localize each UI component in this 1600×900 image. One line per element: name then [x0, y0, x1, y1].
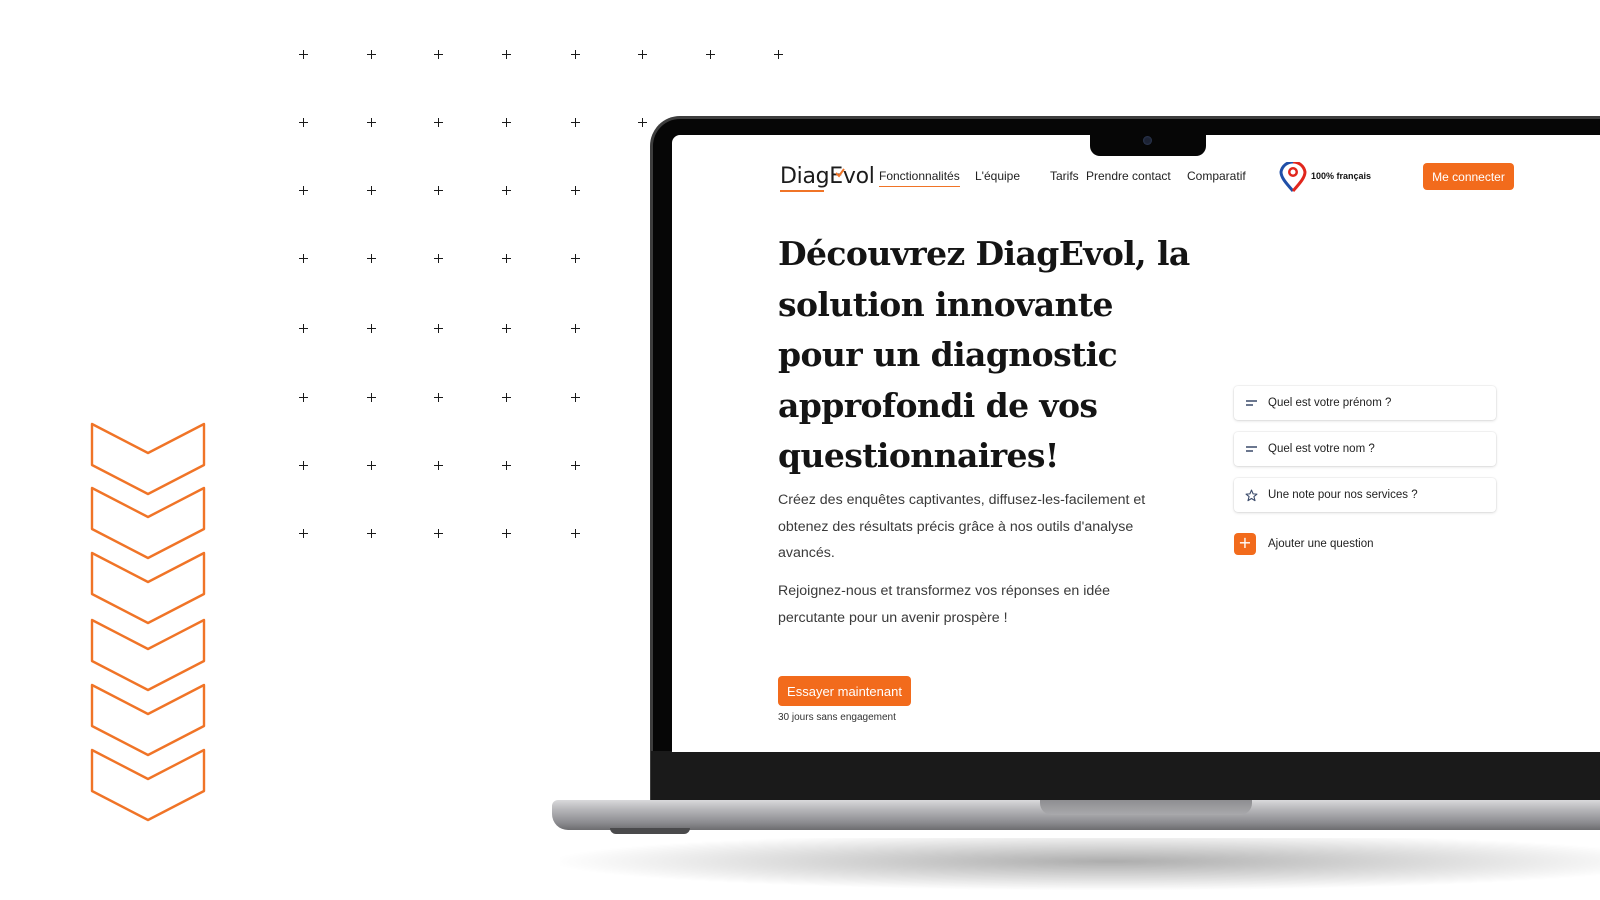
plus-mark — [638, 118, 647, 127]
plus-mark — [299, 461, 308, 470]
plus-mark — [299, 254, 308, 263]
plus-mark — [774, 50, 783, 59]
chevron-shape — [90, 486, 206, 560]
question-card[interactable]: Une note pour nos services ? — [1234, 478, 1496, 512]
plus-mark — [299, 529, 308, 538]
hero-paragraph-2: Rejoignez-nous et transformez vos répons… — [778, 583, 1111, 626]
plus-mark — [571, 186, 580, 195]
plus-mark — [502, 118, 511, 127]
question-label: Quel est votre prénom ? — [1268, 397, 1392, 409]
plus-mark — [638, 50, 647, 59]
add-question-label: Ajouter une question — [1268, 538, 1374, 550]
hero-title: Découvrez DiagEvol, la solution innovant… — [778, 234, 1190, 475]
decorative-chevrons — [90, 422, 206, 822]
chevron-shape — [90, 618, 206, 692]
nav-link-prendre-contact[interactable]: Prendre contact — [1086, 169, 1171, 183]
plus-mark — [299, 324, 308, 333]
plus-mark — [571, 50, 580, 59]
logo-check-icon — [835, 168, 845, 178]
plus-mark — [571, 529, 580, 538]
chevron-shape — [90, 551, 206, 625]
laptop-shadow — [560, 838, 1600, 890]
chevron-shape — [90, 683, 206, 757]
plus-mark — [434, 461, 443, 470]
add-question-button[interactable]: + — [1234, 533, 1256, 555]
plus-mark — [502, 254, 511, 263]
camera-icon — [1143, 136, 1152, 145]
add-question-row[interactable]: + Ajouter une question — [1234, 533, 1374, 555]
plus-mark — [434, 50, 443, 59]
plus-mark — [367, 461, 376, 470]
chevron-shape — [90, 748, 206, 822]
plus-mark — [502, 393, 511, 402]
plus-mark — [434, 529, 443, 538]
plus-mark — [299, 393, 308, 402]
nav-link-equipe[interactable]: L'équipe — [975, 169, 1020, 183]
plus-mark — [706, 50, 715, 59]
hero-paragraph-1: Créez des enquêtes captivantes, diffusez… — [778, 492, 1146, 561]
france-pin-icon — [1279, 162, 1307, 192]
plus-mark — [502, 50, 511, 59]
plus-mark — [502, 186, 511, 195]
plus-mark — [434, 186, 443, 195]
plus-mark — [299, 118, 308, 127]
nav-link-tarifs[interactable]: Tarifs — [1050, 169, 1079, 183]
nav-link-comparatif[interactable]: Comparatif — [1187, 169, 1246, 183]
plus-mark — [367, 393, 376, 402]
plus-mark — [502, 461, 511, 470]
plus-mark — [434, 393, 443, 402]
question-label: Une note pour nos services ? — [1268, 489, 1418, 501]
plus-mark — [367, 254, 376, 263]
question-card[interactable]: Quel est votre prénom ? — [1234, 386, 1496, 420]
plus-mark — [502, 529, 511, 538]
plus-mark — [434, 324, 443, 333]
plus-mark — [299, 186, 308, 195]
short-text-icon — [1244, 442, 1258, 456]
plus-mark — [434, 254, 443, 263]
laptop-foot — [610, 828, 690, 834]
question-label: Quel est votre nom ? — [1268, 443, 1375, 455]
question-card[interactable]: Quel est votre nom ? — [1234, 432, 1496, 466]
login-button[interactable]: Me connecter — [1423, 163, 1514, 190]
plus-mark — [367, 50, 376, 59]
chevron-shape — [90, 422, 206, 496]
plus-mark — [571, 393, 580, 402]
laptop-bezel-bottom — [651, 751, 1600, 801]
nav-link-fonctionnalites[interactable]: Fonctionnalités — [879, 169, 960, 187]
try-now-button[interactable]: Essayer maintenant — [778, 676, 911, 706]
plus-mark — [299, 50, 308, 59]
plus-mark — [367, 324, 376, 333]
plus-mark — [571, 324, 580, 333]
plus-mark — [571, 254, 580, 263]
trial-note: 30 jours sans engagement — [778, 712, 896, 723]
plus-mark — [434, 118, 443, 127]
site-logo[interactable]: DiagEvol — [780, 164, 875, 189]
plus-mark — [367, 186, 376, 195]
plus-mark — [367, 529, 376, 538]
logo-underline — [780, 190, 824, 192]
star-icon — [1244, 488, 1258, 502]
laptop-screen: DiagEvol Fonctionnalités L'équipe Tarifs… — [672, 135, 1600, 752]
plus-mark — [571, 118, 580, 127]
short-text-icon — [1244, 396, 1258, 410]
laptop-base-notch — [1040, 800, 1252, 815]
plus-mark — [502, 324, 511, 333]
made-in-france-badge: 100% français — [1311, 171, 1372, 181]
plus-mark — [571, 461, 580, 470]
plus-mark — [367, 118, 376, 127]
